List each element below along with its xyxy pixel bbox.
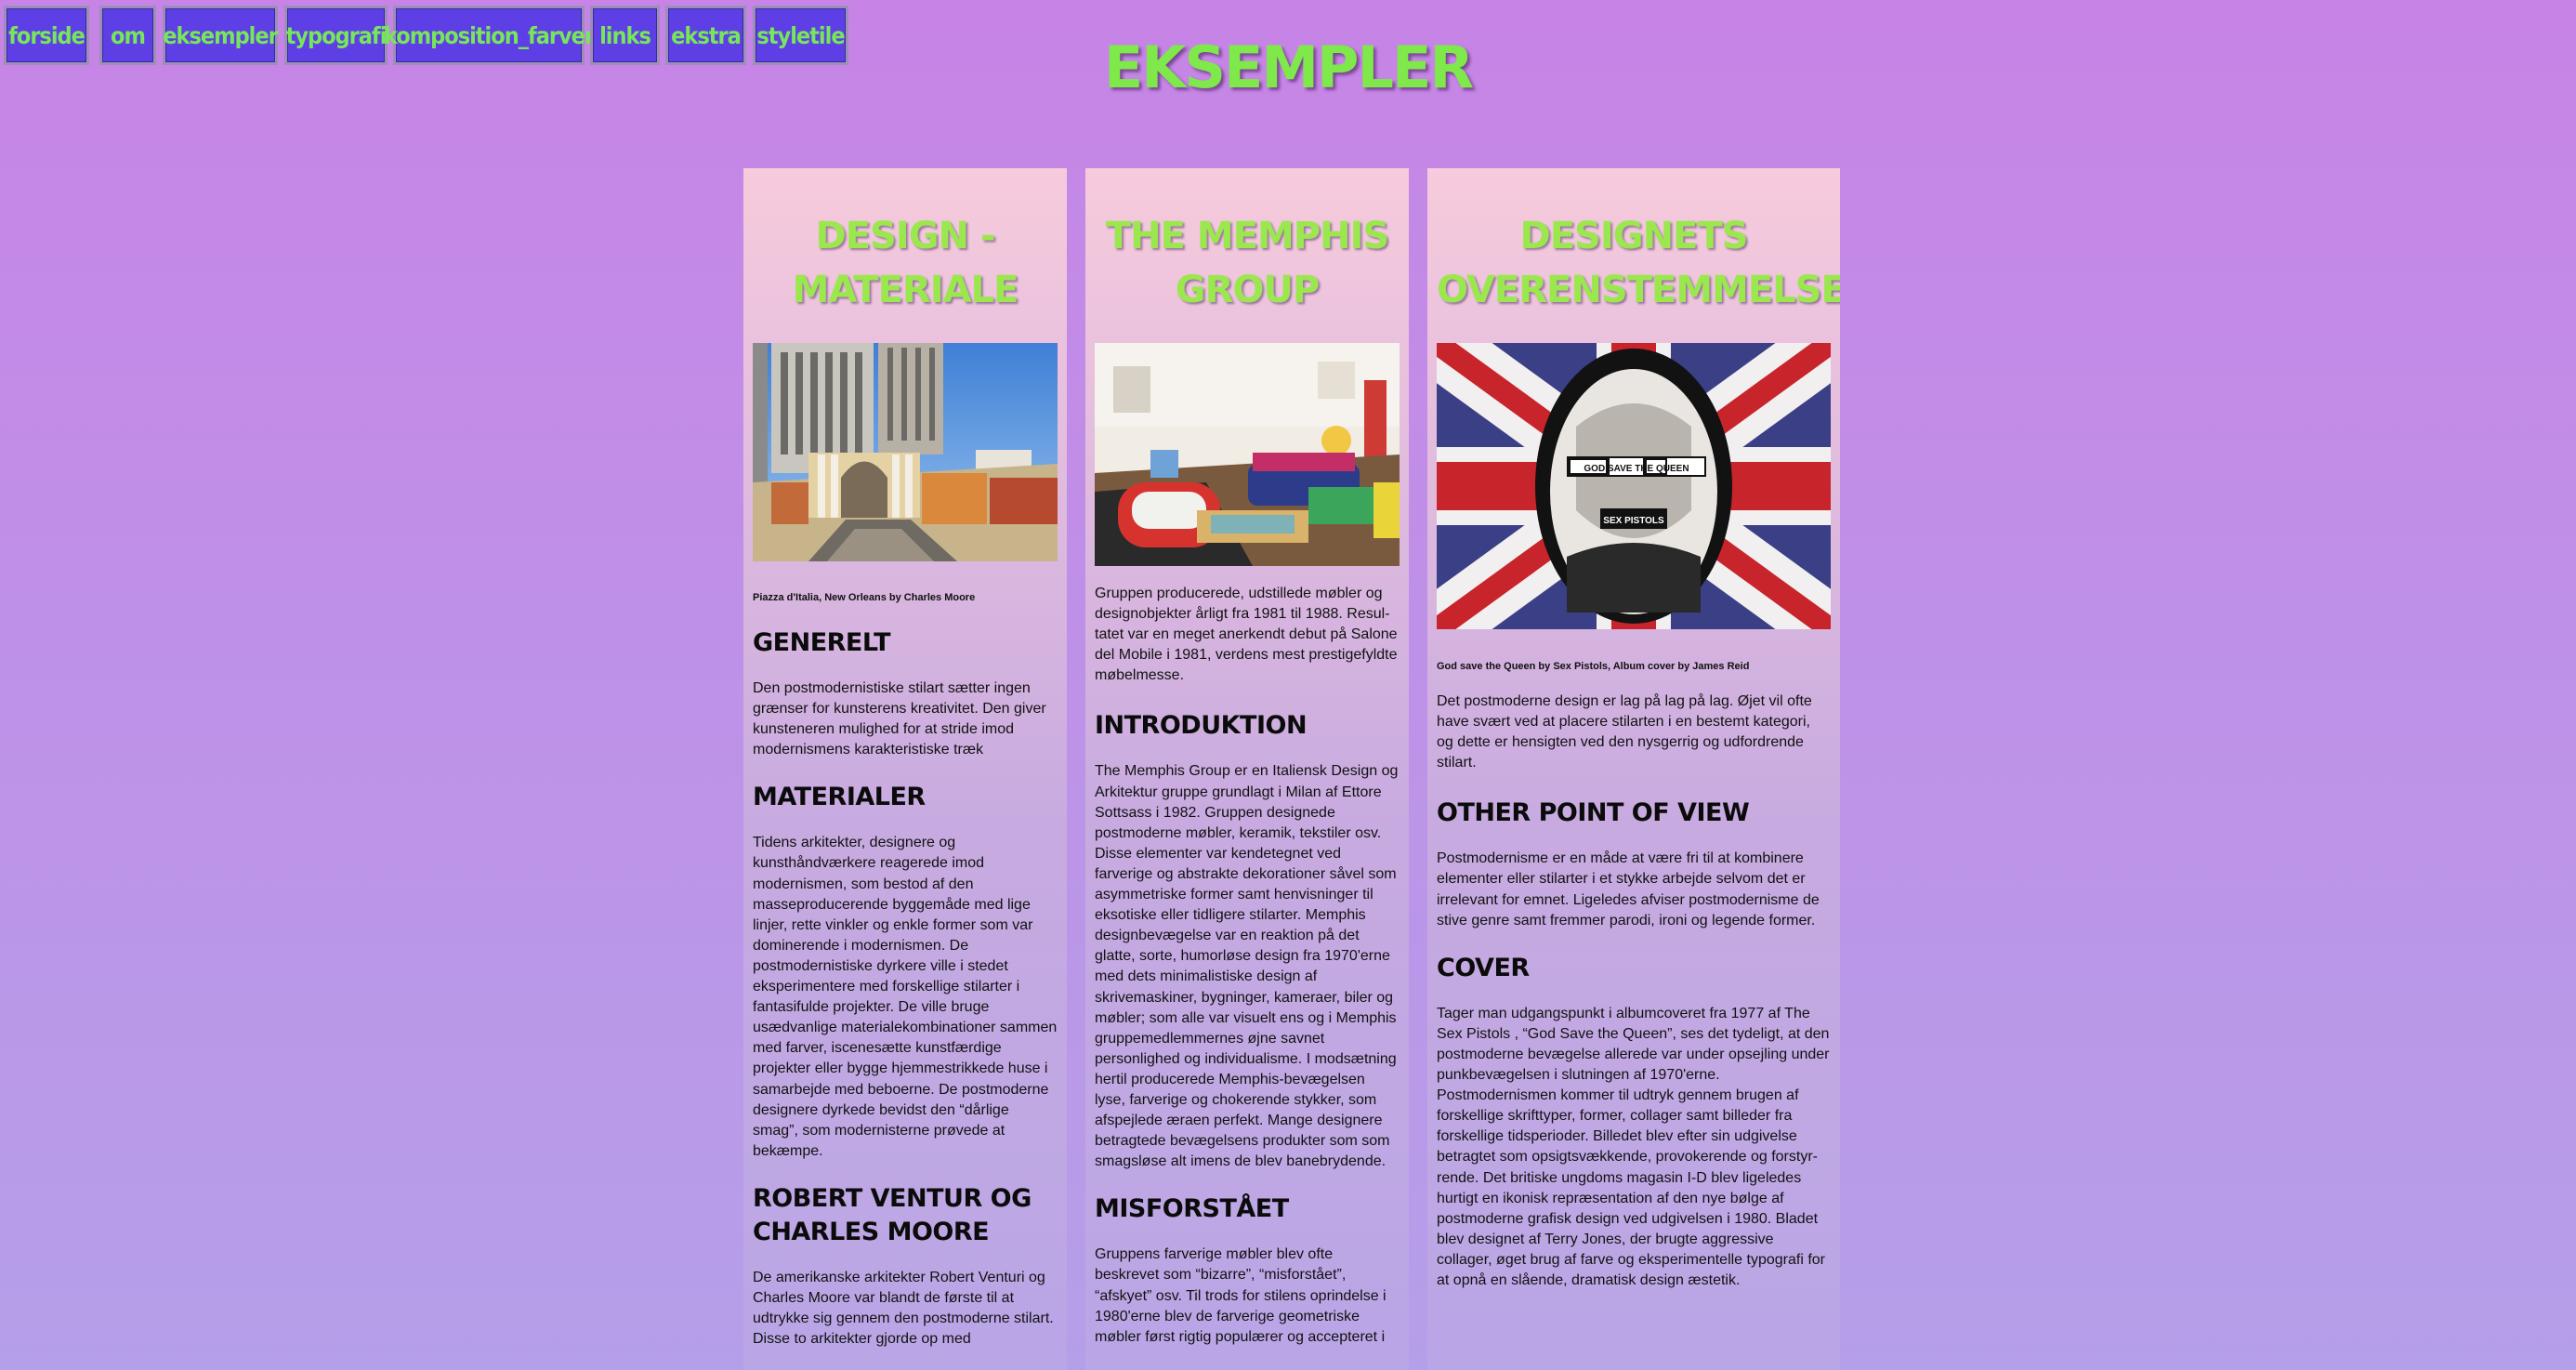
page-title: EKSEMPLER — [1103, 33, 1474, 101]
section-heading-robert-ventur: ROBERT VENTUR OG CHARLES MOORE — [753, 1183, 1032, 1246]
image-caption: God save the Queen by Sex Pistols, Album… — [1437, 661, 1750, 672]
section-text-introduktion: The Memphis Group er en Italiensk Design… — [1095, 763, 1399, 1170]
column-title: THE MEMPHIS GROUP — [1105, 215, 1389, 311]
column-title: DESIGNETS OVERENSTEMMELSE — [1437, 215, 1840, 311]
column-title: DESIGN - MATERIALE — [792, 215, 1019, 311]
column-design-materiale: DESIGN - MATERIALE Piazza d'Italia, New … — [743, 168, 1067, 1370]
section-heading-generelt: GENERELT — [753, 628, 891, 657]
memphis-image — [1095, 343, 1400, 566]
cover-title-text: GOD SAVE THE QUEEN — [1584, 464, 1689, 474]
designets-intro-text: Det postmoderne design er lag på lag på … — [1437, 693, 1812, 771]
section-text-robert-ventur: De amerikanske arkitekter Robert Venturi… — [753, 1269, 1054, 1348]
section-heading-materialer: MATERIALER — [753, 783, 926, 812]
section-text-generelt: Den postmodernistiske stilart sætter ing… — [753, 680, 1046, 758]
section-text-misforstaaet: Gruppens farverige møbler blev ofte besk… — [1095, 1246, 1387, 1345]
section-text-cover: Tager man udgangspunkt i albumcoveret fr… — [1437, 1005, 1830, 1288]
memphis-illustration — [1095, 343, 1400, 566]
section-heading-introduktion: INTRODUKTION — [1095, 711, 1308, 741]
memphis-intro-text: Gruppen producerede, udstillede møbler o… — [1095, 586, 1398, 684]
section-heading-cover: COVER — [1437, 953, 1530, 982]
piazza-illustration — [753, 343, 1058, 561]
section-heading-other-point-of-view: OTHER POINT OF VIEW — [1437, 798, 1750, 828]
image-caption: Piazza d'Italia, New Orleans by Charles … — [753, 592, 976, 603]
cover-band-text: SEX PISTOLS — [1603, 516, 1664, 526]
section-text-materialer: Tidens arkitekter, designere og kunsthån… — [753, 835, 1058, 1159]
section-heading-misforstaaet: MISFORSTÅET — [1095, 1194, 1289, 1224]
god-save-the-queen-image: GOD SAVE THE QUEEN SEX PISTOLS — [1437, 343, 1831, 629]
union-jack-cover-illustration: GOD SAVE THE QUEEN SEX PISTOLS — [1437, 343, 1831, 629]
column-memphis-group: THE MEMPHIS GROUP Gruppen producerede, u… — [1085, 168, 1409, 1370]
section-text-other-point-of-view: Postmodernisme er en måde at være fri ti… — [1437, 850, 1820, 929]
piazza-image — [753, 343, 1058, 561]
column-designets-overenstemmelse: DESIGNETS OVERENSTEMMELSE GOD SAVE THE Q… — [1427, 168, 1840, 1370]
